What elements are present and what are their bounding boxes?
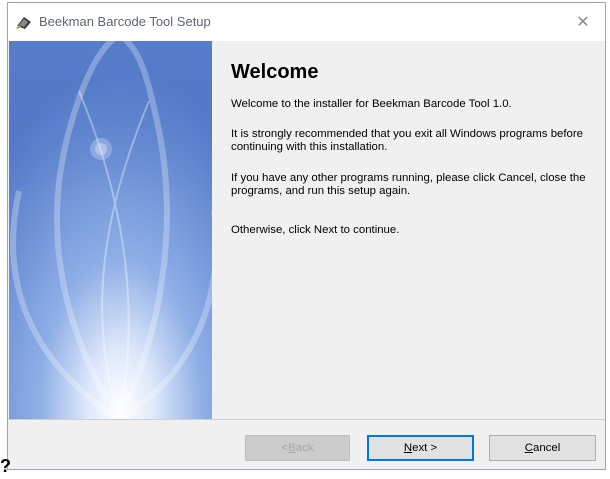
background-glyph: ? <box>0 456 11 476</box>
close-icon: ✕ <box>576 14 590 31</box>
close-button[interactable]: ✕ <box>561 3 605 41</box>
decorative-swirl-graphic <box>9 41 212 419</box>
side-banner-image <box>9 41 212 419</box>
cancel-button[interactable]: Cancel <box>489 435 596 461</box>
welcome-content-pane: Welcome Welcome to the installer for Bee… <box>212 41 605 419</box>
setup-window: Beekman Barcode Tool Setup ✕ Welcome Wel… <box>7 2 606 470</box>
next-instructions-text: Otherwise, click Next to continue. <box>231 224 400 236</box>
window-title: Beekman Barcode Tool Setup <box>39 14 211 29</box>
footer-divider <box>8 419 605 420</box>
next-button[interactable]: Next > <box>367 435 474 461</box>
title-bar[interactable]: Beekman Barcode Tool Setup ✕ <box>8 3 605 41</box>
setup-installer-icon <box>15 14 33 30</box>
exit-programs-text: It is strongly recommended that you exit… <box>231 128 583 153</box>
page-title: Welcome <box>231 61 319 83</box>
back-button[interactable]: < Back <box>245 435 350 461</box>
cancel-instructions-text: If you have any other programs running, … <box>231 172 586 197</box>
intro-text: Welcome to the installer for Beekman Bar… <box>231 98 512 110</box>
